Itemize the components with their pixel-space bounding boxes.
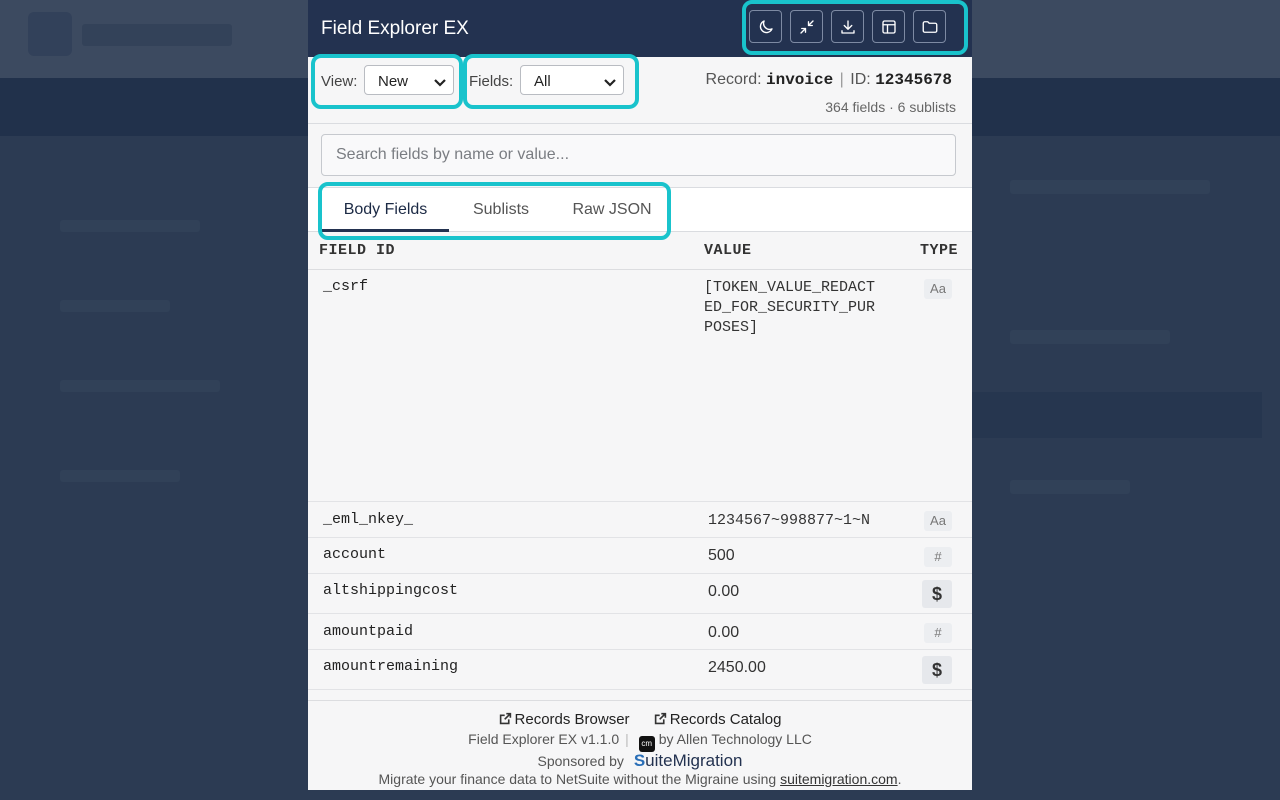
sponsored-by-text: Sponsored by: [537, 753, 624, 769]
fields-label: Fields:: [469, 73, 514, 90]
table-header: FIELD ID VALUE TYPE: [308, 232, 972, 270]
folder-button[interactable]: [913, 10, 946, 43]
fields-select[interactable]: All: [520, 65, 624, 95]
tabs-bar: Body Fields Sublists Raw JSON: [308, 188, 972, 232]
message-suffix: .: [897, 771, 902, 787]
external-link-icon: [654, 712, 666, 725]
record-separator: |: [839, 71, 844, 88]
collapse-button[interactable]: [790, 10, 823, 43]
records-browser-link[interactable]: Records Browser: [499, 711, 630, 728]
cm-logo-icon: cm: [638, 736, 655, 752]
header-type[interactable]: TYPE: [920, 242, 958, 259]
popup-header: Field Explorer EX: [308, 0, 972, 57]
search-input[interactable]: [321, 134, 956, 176]
field-id: _eml_nkey_: [323, 511, 414, 528]
record-label: Record:: [705, 71, 762, 88]
table-row[interactable]: amountpaid 0.00 #: [308, 614, 972, 650]
type-badge-text: Aa: [924, 511, 952, 531]
records-catalog-link[interactable]: Records Catalog: [654, 711, 782, 728]
record-id: 12345678: [875, 71, 952, 89]
records-catalog-label: Records Catalog: [669, 711, 782, 728]
fields-select-value: All: [534, 73, 551, 90]
field-value-line: POSES]: [704, 319, 759, 336]
suitemigration-logo[interactable]: SuiteMigration: [634, 751, 743, 770]
chevron-down-icon: [604, 75, 616, 87]
dark-mode-button[interactable]: [749, 10, 782, 43]
field-value-line: [TOKEN_VALUE_REDACT: [704, 279, 876, 296]
type-badge-text: Aa: [924, 279, 952, 299]
footer-message: Migrate your finance data to NetSuite wi…: [308, 771, 972, 787]
suitemigration-name: uiteMigration: [645, 751, 743, 770]
chevron-down-icon: [434, 75, 446, 87]
tab-raw-json[interactable]: Raw JSON: [562, 188, 662, 232]
field-id: amountpaid: [323, 623, 414, 640]
table-row[interactable]: altshippingcost 0.00 $: [308, 574, 972, 614]
folder-icon: [922, 20, 937, 33]
header-field-id[interactable]: FIELD ID: [319, 242, 395, 259]
app-title: Field Explorer EX: [321, 18, 469, 39]
layout-button[interactable]: [872, 10, 905, 43]
table-row[interactable]: account 500 #: [308, 538, 972, 574]
footer-version-line: Field Explorer EX v1.1.0 | cm by Allen Tech…: [308, 731, 972, 752]
field-value[interactable]: 0.00: [708, 624, 739, 642]
header-value[interactable]: VALUE: [704, 242, 752, 259]
suitemigration-mark: S: [633, 751, 646, 770]
field-value[interactable]: [TOKEN_VALUE_REDACT ED_FOR_SECURITY_PUR …: [704, 278, 875, 338]
fields-table: FIELD ID VALUE TYPE _csrf [TOKEN_VALUE_R…: [308, 232, 972, 700]
tab-sublists[interactable]: Sublists: [458, 188, 544, 232]
download-icon: [840, 19, 855, 34]
tab-body-fields[interactable]: Body Fields: [322, 188, 449, 232]
type-badge-number: #: [924, 623, 952, 643]
id-label: ID:: [850, 71, 871, 88]
toolbar-buttons: [749, 10, 946, 43]
field-value[interactable]: 1234567~998877~1~N: [708, 511, 870, 531]
version-text: Field Explorer EX v1.1.0: [468, 731, 620, 747]
message-prefix: Migrate your finance data to NetSuite wi…: [378, 771, 781, 787]
footer-links: Records Browser Records Catalog: [308, 711, 972, 728]
controls-bar: View: New Fields: All Record: invoice | …: [308, 57, 972, 124]
footer-sponsor-line: Sponsored by SuiteMigration: [308, 751, 972, 771]
type-badge-number: #: [924, 547, 952, 567]
external-link-icon: [499, 712, 511, 725]
table-row[interactable]: _csrf [TOKEN_VALUE_REDACT ED_FOR_SECURIT…: [308, 270, 972, 502]
type-badge-currency: $: [922, 580, 952, 608]
records-browser-label: Records Browser: [514, 711, 630, 728]
type-badge-currency: $: [922, 656, 952, 684]
field-value[interactable]: 0.00: [708, 583, 739, 601]
record-info: Record: invoice | ID: 12345678: [706, 71, 952, 89]
layout-icon: [881, 19, 896, 34]
field-counts: 364 fields · 6 sublists: [825, 99, 956, 115]
field-id: _csrf: [323, 278, 369, 295]
field-id: amountremaining: [323, 658, 459, 675]
popup-footer: Records Browser Records Catalog Field Ex…: [308, 700, 972, 790]
field-value[interactable]: 500: [708, 547, 735, 565]
field-id: altshippingcost: [323, 582, 459, 599]
moon-icon: [759, 19, 773, 33]
table-row[interactable]: _eml_nkey_ 1234567~998877~1~N Aa: [308, 502, 972, 538]
collapse-icon: [799, 19, 814, 34]
record-type: invoice: [766, 71, 834, 89]
table-row[interactable]: amountremaining 2450.00 $: [308, 650, 972, 690]
suitemigration-link[interactable]: suitemigration.com: [780, 771, 898, 787]
view-select-value: New: [378, 73, 409, 90]
field-explorer-popup: Field Explorer EX View: New Fields: All …: [308, 0, 972, 790]
field-value-line: ED_FOR_SECURITY_PUR: [704, 299, 876, 316]
by-company: by Allen Technology LLC: [658, 731, 812, 747]
divider: |: [625, 731, 629, 747]
download-button[interactable]: [831, 10, 864, 43]
view-label: View:: [321, 73, 358, 90]
field-id: account: [323, 546, 387, 563]
search-section: [308, 124, 972, 188]
field-value[interactable]: 2450.00: [708, 659, 766, 677]
view-select[interactable]: New: [364, 65, 454, 95]
